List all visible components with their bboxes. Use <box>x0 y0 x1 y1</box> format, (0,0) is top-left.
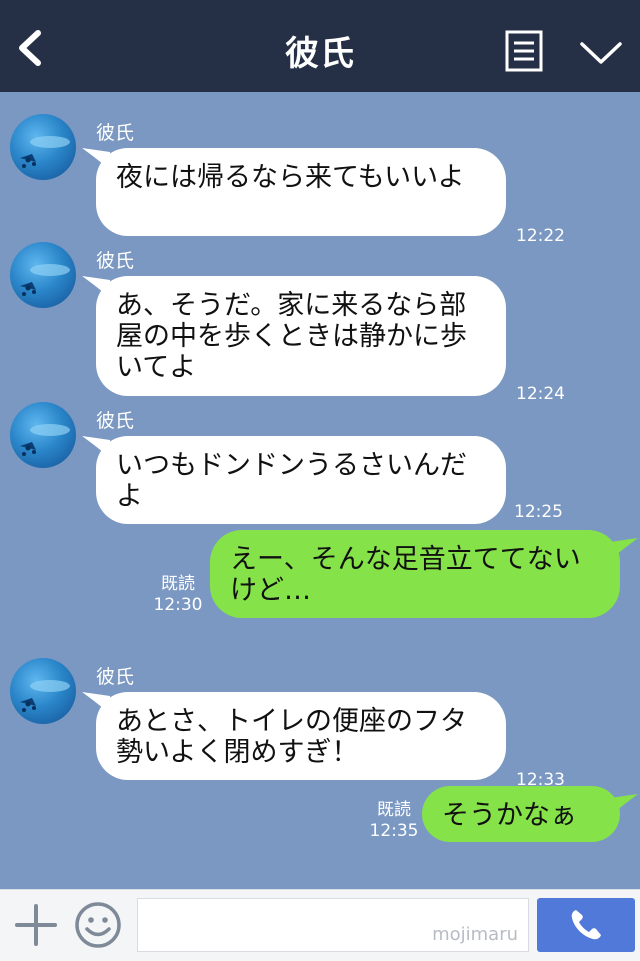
message-time: 12:30 <box>153 595 203 615</box>
sender-name: 彼氏 <box>96 122 135 144</box>
whale-shark-image <box>20 680 70 712</box>
read-label: 既読 <box>161 574 195 594</box>
chat-area[interactable]: 彼氏 夜には帰るなら来てもいいよ 12:22 彼氏 あ、そうだ。家に来るなら部屋… <box>0 92 640 889</box>
smile-icon[interactable] <box>73 900 123 950</box>
message-time: 12:22 <box>516 226 565 246</box>
chat-title: 彼氏 <box>285 34 355 74</box>
read-receipt: 既読 12:35 <box>366 800 422 842</box>
message-bubble[interactable]: いつもドンドンうるさいんだよ <box>96 436 506 524</box>
chat-header: 彼氏 <box>0 0 640 92</box>
avatar[interactable] <box>10 658 76 724</box>
sender-name: 彼氏 <box>96 250 135 272</box>
avatar[interactable] <box>10 402 76 468</box>
avatar[interactable] <box>10 114 76 180</box>
message-bubble[interactable]: あ、そうだ。家に来るなら部屋の中を歩くときは静かに歩いてよ <box>96 276 506 396</box>
avatar[interactable] <box>10 242 76 308</box>
sender-name: 彼氏 <box>96 410 135 432</box>
message-bubble[interactable]: そうかなぁ <box>422 786 620 842</box>
input-bar: mojimaru <box>0 889 640 961</box>
whale-shark-image <box>20 264 70 296</box>
message-time: 12:24 <box>516 384 565 404</box>
chevron-down-icon[interactable] <box>578 38 624 68</box>
watermark-text: mojimaru <box>432 924 518 945</box>
phone-icon <box>571 910 601 940</box>
message-bubble[interactable]: あとさ、トイレの便座のフタ勢いよく閉めすぎ！ <box>96 692 506 780</box>
call-button[interactable] <box>537 898 635 952</box>
notes-icon[interactable] <box>505 30 543 72</box>
read-label: 既読 <box>377 800 411 820</box>
message-bubble[interactable]: えー、そんな足音立ててないけど… <box>210 530 620 618</box>
message-time: 12:35 <box>369 821 419 841</box>
whale-shark-image <box>20 424 70 456</box>
message-bubble[interactable]: 夜には帰るなら来てもいいよ <box>96 148 506 236</box>
plus-icon[interactable] <box>14 903 58 947</box>
read-receipt: 既読 12:30 <box>150 574 206 616</box>
whale-shark-image <box>20 136 70 168</box>
message-input[interactable]: mojimaru <box>137 898 529 952</box>
message-time: 12:25 <box>514 502 563 522</box>
sender-name: 彼氏 <box>96 666 135 688</box>
